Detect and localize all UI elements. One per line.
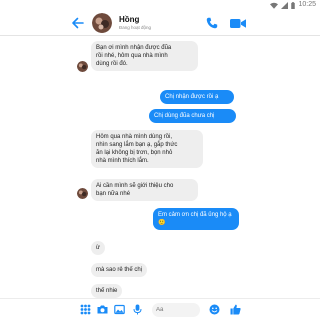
status-icons: 10:25 [270,0,316,10]
message-incoming[interactable]: Hôm qua nhà mình dùng rồi, nhìn sang lắm… [91,130,203,168]
sender-avatar [77,61,88,72]
sender-avatar [77,188,88,199]
conversation-header: Hồng Đang hoạt động [0,10,320,36]
contact-active-status: Đang hoạt động [119,25,152,30]
image-icon[interactable] [114,304,125,315]
clock: 10:25 [298,1,316,8]
battery-icon [291,1,296,9]
contact-avatar[interactable] [92,13,112,33]
message-incoming[interactable]: ừ [91,241,106,255]
contact-name[interactable]: Hồng [119,15,139,24]
wifi-icon [270,2,279,9]
message-list[interactable]: Bạn ơi mình nhận được đũa rồi nhé, hôm q… [0,36,320,298]
signal-icon [281,1,289,9]
message-incoming[interactable]: Ai cần mình sẽ giới thiệu cho bạn nữa nh… [91,179,198,201]
message-outgoing[interactable]: Chị dùng đũa chưa chị [149,109,236,123]
call-icon[interactable] [206,17,218,29]
message-incoming[interactable]: Bạn ơi mình nhận được đũa rồi nhé, hôm q… [91,41,198,71]
microphone-icon[interactable] [132,304,143,315]
back-arrow-icon[interactable] [71,16,85,30]
video-call-icon[interactable] [230,18,246,29]
grid-icon[interactable] [80,304,91,315]
emoji-icon[interactable] [209,304,220,315]
camera-icon[interactable] [97,304,108,315]
message-composer [0,298,320,320]
message-outgoing[interactable]: Em cảm ơn chị đã ủng hộ ạ 🙂 [153,208,239,230]
like-icon[interactable] [230,304,241,315]
message-outgoing[interactable]: Chị nhận được rồi ạ [160,90,234,104]
message-incoming[interactable]: thế nhie [91,284,123,298]
message-incoming[interactable]: mà sao rẻ thế chị [91,263,148,277]
status-bar: 10:25 [0,0,320,10]
message-input[interactable] [152,303,200,317]
